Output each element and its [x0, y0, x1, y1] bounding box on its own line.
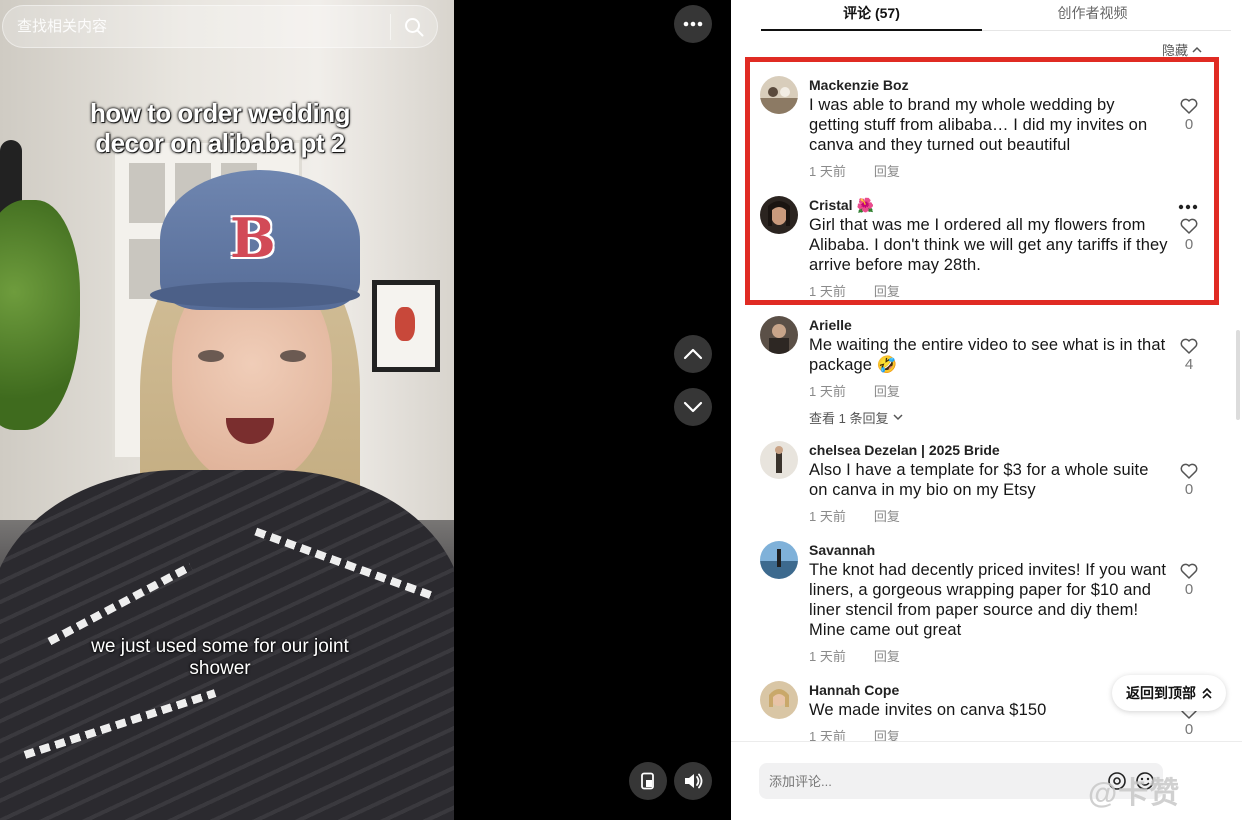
tab-comments[interactable]: 评论 (57)	[761, 0, 982, 31]
comment-author[interactable]: Mackenzie Boz	[809, 76, 1169, 94]
comment-author[interactable]: Cristal 🌺	[809, 196, 1169, 214]
video-person-eye	[280, 350, 306, 362]
reply-button[interactable]: 回复	[874, 646, 900, 665]
comment-item: chelsea Dezelan | 2025 Bride Also I have…	[760, 441, 1200, 531]
heart-icon	[1180, 218, 1198, 234]
video-person-eye	[198, 350, 224, 362]
heart-icon	[1180, 338, 1198, 354]
heart-icon	[1180, 563, 1198, 579]
search-input[interactable]	[3, 6, 390, 47]
watermark: @卡赞	[1088, 777, 1181, 810]
panel-tabs: 评论 (57) 创作者视频	[761, 0, 1231, 31]
reply-button[interactable]: 回复	[874, 506, 900, 525]
search-button[interactable]	[391, 6, 437, 47]
like-count: 0	[1184, 721, 1194, 738]
comment-text: I was able to brand my whole wedding by …	[809, 96, 1148, 154]
like-button[interactable]: 0	[1178, 98, 1200, 133]
comment-item: Mackenzie Boz I was able to brand my who…	[760, 76, 1200, 186]
volume-icon	[685, 773, 703, 789]
double-chevron-up-icon	[1202, 687, 1212, 699]
view-replies-label: 查看 1 条回复	[809, 411, 889, 426]
player-controls-strip	[454, 0, 731, 820]
video-person-cap-brim	[150, 282, 360, 308]
like-count: 4	[1184, 356, 1194, 373]
comment-author[interactable]: Savannah	[809, 541, 1169, 559]
comment-input[interactable]	[759, 763, 1107, 799]
avatar[interactable]	[760, 196, 798, 234]
next-video-button[interactable]	[674, 388, 712, 426]
previous-video-button[interactable]	[674, 335, 712, 373]
avatar[interactable]	[760, 76, 798, 114]
comment-text: The knot had decently priced invites! If…	[809, 561, 1167, 639]
tab-creator-videos[interactable]: 创作者视频	[982, 0, 1203, 30]
reply-button[interactable]: 回复	[874, 281, 900, 300]
more-options-button[interactable]	[674, 5, 712, 43]
back-to-top-label: 返回到顶部	[1126, 685, 1196, 701]
comment-text: Also I have a template for $3 for a whol…	[809, 461, 1149, 499]
like-count: 0	[1184, 481, 1194, 498]
comment-author-name: Cristal	[809, 197, 853, 213]
comment-time: 1 天前	[809, 164, 846, 179]
flower-emoji: 🌺	[856, 197, 874, 213]
comment-time: 1 天前	[809, 509, 846, 524]
hide-comments-button[interactable]: 隐藏	[1162, 40, 1202, 59]
like-count: 0	[1184, 236, 1194, 253]
avatar[interactable]	[760, 441, 798, 479]
chevron-down-icon	[683, 401, 703, 413]
comment-more-button[interactable]	[1178, 198, 1198, 210]
reply-button[interactable]: 回复	[874, 381, 900, 400]
search-bar	[2, 5, 438, 48]
volume-button[interactable]	[674, 762, 712, 800]
back-to-top-button[interactable]: 返回到顶部	[1112, 675, 1226, 711]
chevron-up-icon	[683, 348, 703, 360]
hide-label: 隐藏	[1161, 43, 1188, 58]
view-replies-button[interactable]: 查看 1 条回复	[809, 408, 1169, 427]
comment-text: Girl that was me I ordered all my flower…	[809, 216, 1168, 274]
avatar[interactable]	[760, 541, 798, 579]
search-icon	[405, 17, 424, 36]
avatar[interactable]	[760, 316, 798, 354]
comment-item: Savannah The knot had decently priced in…	[760, 541, 1200, 666]
ellipsis-icon	[1178, 204, 1198, 210]
like-button[interactable]: 4	[1178, 338, 1200, 373]
chevron-down-icon	[893, 414, 903, 421]
chevron-up-icon	[1192, 46, 1202, 53]
picture-in-picture-icon	[641, 772, 654, 790]
video-caption-overlay: we just used some for our joint shower	[91, 636, 349, 679]
reply-button[interactable]: 回复	[874, 161, 900, 180]
video-wall-art	[372, 280, 440, 372]
avatar[interactable]	[760, 681, 798, 719]
like-button[interactable]: 0	[1178, 463, 1200, 498]
comment-item: Cristal 🌺 Girl that was me I ordered all…	[760, 196, 1200, 306]
video-frame[interactable]: B how to order wedding decor on alibaba …	[0, 0, 454, 820]
heart-icon	[1180, 98, 1198, 114]
comment-author[interactable]: chelsea Dezelan | 2025 Bride	[809, 441, 1169, 459]
heart-icon	[1180, 463, 1198, 479]
like-button[interactable]: 0	[1178, 563, 1200, 598]
app-root: B how to order wedding decor on alibaba …	[0, 0, 1242, 820]
like-button[interactable]: 0	[1178, 218, 1200, 253]
video-title-overlay: how to order wedding decor on alibaba pt…	[89, 98, 351, 158]
comment-time: 1 天前	[809, 384, 846, 399]
comments-scrollbar[interactable]	[1236, 330, 1240, 420]
picture-in-picture-button[interactable]	[629, 762, 667, 800]
like-count: 0	[1184, 116, 1194, 133]
like-count: 0	[1184, 581, 1194, 598]
comment-author[interactable]: Arielle	[809, 316, 1169, 334]
comment-item: Arielle Me waiting the entire video to s…	[760, 316, 1200, 426]
cap-logo: B	[230, 206, 276, 270]
comment-text: Me waiting the entire video to see what …	[809, 336, 1166, 374]
comment-time: 1 天前	[809, 284, 846, 299]
comment-time: 1 天前	[809, 649, 846, 664]
ellipsis-icon	[683, 21, 703, 27]
